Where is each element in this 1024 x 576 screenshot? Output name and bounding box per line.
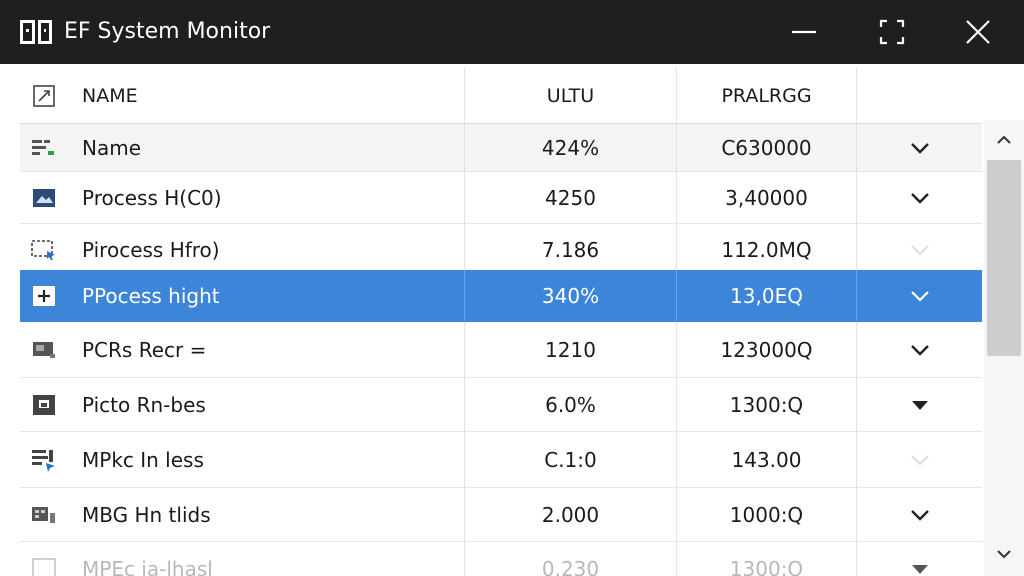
process-cpu: 424% <box>464 124 676 171</box>
process-memory: 13,0EQ <box>676 270 856 321</box>
maximize-button[interactable] <box>860 0 924 64</box>
process-memory: 123000Q <box>676 322 856 377</box>
chevron-down-icon <box>910 244 929 255</box>
expand-button[interactable] <box>856 224 982 275</box>
process-memory: 112.0MQ <box>676 224 856 275</box>
vertical-scrollbar[interactable] <box>984 120 1024 576</box>
minimize-button[interactable] <box>772 0 836 64</box>
process-name: Process H(C0) <box>82 185 222 210</box>
table-row[interactable]: MBG Hn tlids 2.000 1000:Q <box>20 488 982 542</box>
process-name: PPocess hight <box>82 283 220 308</box>
process-cpu: 1210 <box>464 322 676 377</box>
list-edit-icon <box>20 432 68 487</box>
process-name: Name <box>82 135 142 160</box>
expand-button[interactable] <box>856 488 982 541</box>
chevron-down-icon <box>910 290 929 302</box>
process-name: Picto Rn-bes <box>82 392 206 417</box>
table-row[interactable]: Picto Rn-bes 6.0% 1300:Q <box>20 378 982 432</box>
window-title: EF System Monitor <box>64 19 271 44</box>
table-row[interactable]: Process H(C0) 4250 3,40000 <box>20 172 982 224</box>
process-memory: 1300:Q <box>676 542 856 576</box>
expand-button[interactable] <box>856 124 982 171</box>
caret-down-icon <box>911 400 928 410</box>
expand-button[interactable] <box>856 432 982 487</box>
process-name: Pirocess Hfro) <box>82 237 220 262</box>
resize-icon <box>33 84 55 107</box>
app-logo-icon <box>20 20 52 44</box>
expand-button[interactable] <box>856 542 982 576</box>
plus-box-icon <box>20 270 68 321</box>
table-row[interactable]: MPkc In less C.1:0 143.00 <box>20 432 982 488</box>
caret-down-icon <box>911 564 928 574</box>
table-row[interactable]: Pirocess Hfro) 7.186 112.0MQ <box>20 224 982 276</box>
select-all-checkbox[interactable] <box>20 68 68 123</box>
table-row[interactable]: PCRs Recr = 1210 123000Q <box>20 322 982 378</box>
box-icon <box>20 542 68 576</box>
process-memory: 143.00 <box>676 432 856 487</box>
process-cpu: C.1:0 <box>464 432 676 487</box>
monitor-icon <box>20 322 68 377</box>
expand-button[interactable] <box>856 378 982 431</box>
expand-button[interactable] <box>856 270 982 321</box>
chevron-down-icon <box>910 344 929 356</box>
column-header-name[interactable]: NAME <box>68 68 464 123</box>
close-icon <box>966 20 990 44</box>
chevron-down-icon <box>910 509 929 521</box>
chevron-down-icon <box>910 192 929 204</box>
process-cpu: 340% <box>464 270 676 321</box>
chevron-down-icon <box>910 454 929 465</box>
process-cpu: 6.0% <box>464 378 676 431</box>
expand-button[interactable] <box>856 322 982 377</box>
table-row[interactable]: Name 424% C630000 <box>20 124 982 172</box>
process-cpu: 0.230 <box>464 542 676 576</box>
process-cpu: 4250 <box>464 172 676 223</box>
table-header: NAME ULTU PRALRGG <box>20 68 982 124</box>
scroll-down-button[interactable] <box>984 534 1024 574</box>
scroll-up-button[interactable] <box>984 120 1024 160</box>
table-row[interactable]: MPEc ia-lhasl 0.230 1300:Q <box>20 542 982 576</box>
process-memory: C630000 <box>676 124 856 171</box>
image-icon <box>20 172 68 223</box>
selection-icon <box>20 224 68 275</box>
close-button[interactable] <box>946 0 1010 64</box>
title-bar: EF System Monitor <box>0 0 1024 64</box>
process-cpu: 7.186 <box>464 224 676 275</box>
process-name: MPEc ia-lhasl <box>82 556 213 576</box>
bars-icon <box>20 124 68 171</box>
process-memory: 1300:Q <box>676 378 856 431</box>
table-icon <box>20 488 68 541</box>
process-memory: 3,40000 <box>676 172 856 223</box>
chevron-down-icon <box>997 550 1011 559</box>
table-row-selected[interactable]: PPocess hight 340% 13,0EQ <box>20 270 982 322</box>
process-name: PCRs Recr = <box>82 337 207 362</box>
column-header-actions <box>856 68 982 123</box>
column-header-memory[interactable]: PRALRGG <box>676 68 856 123</box>
process-name: MPkc In less <box>82 447 204 472</box>
process-name: MBG Hn tlids <box>82 502 211 527</box>
minimize-icon <box>792 30 816 34</box>
scroll-thumb[interactable] <box>987 160 1021 356</box>
maximize-icon <box>879 19 905 45</box>
process-memory: 1000:Q <box>676 488 856 541</box>
chevron-down-icon <box>910 142 929 154</box>
expand-button[interactable] <box>856 172 982 223</box>
column-header-cpu[interactable]: ULTU <box>464 68 676 123</box>
chevron-up-icon <box>997 135 1011 144</box>
box-icon <box>20 378 68 431</box>
process-table: NAME ULTU PRALRGG Name 424% C630000 Proc… <box>20 64 982 576</box>
process-cpu: 2.000 <box>464 488 676 541</box>
